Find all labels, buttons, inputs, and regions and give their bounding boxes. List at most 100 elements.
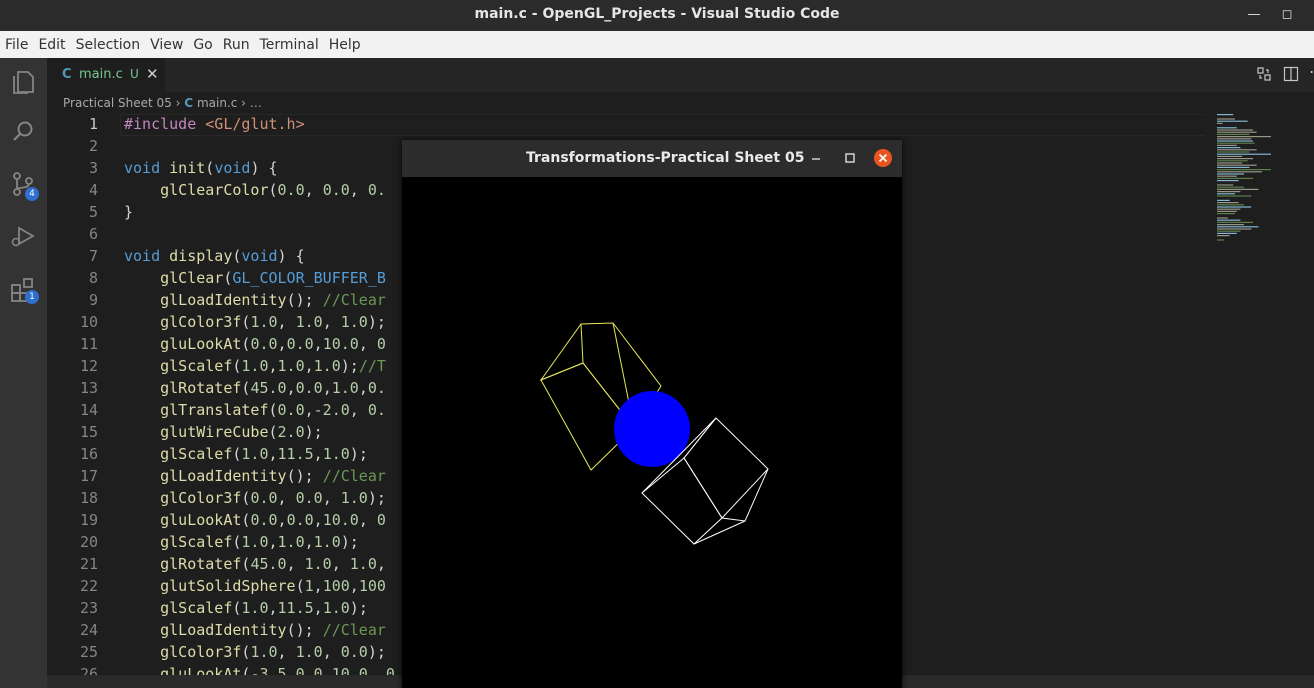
code-text[interactable]: glClear(GL_COLOR_BUFFER_B: [124, 267, 386, 289]
code-text[interactable]: gluLookAt(0.0,0.0,10.0, 0: [124, 333, 386, 355]
run-debug-icon[interactable]: [9, 222, 37, 250]
breadcrumb-folder[interactable]: Practical Sheet 05: [63, 96, 172, 110]
code-text[interactable]: glTranslatef(0.0,-2.0, 0.: [124, 399, 386, 421]
breadcrumb-file[interactable]: main.c: [197, 96, 237, 110]
minimap-line: [1217, 169, 1271, 171]
line-number: 16: [79, 445, 98, 463]
minimap-line: [1217, 228, 1252, 230]
code-text[interactable]: glLoadIdentity(); //Clear: [124, 289, 386, 311]
close-window-icon[interactable]: [874, 149, 892, 167]
menu-help[interactable]: Help: [324, 31, 366, 53]
minimap-line: [1217, 151, 1250, 153]
window-title: main.c - OpenGL_Projects - Visual Studio…: [474, 6, 840, 22]
minimap-line: [1217, 180, 1239, 182]
minimap-line: [1217, 114, 1234, 116]
maximize-icon[interactable]: ◻: [1277, 5, 1297, 25]
minimap-line: [1217, 202, 1239, 204]
os-title-bar: main.c - OpenGL_Projects - Visual Studio…: [0, 0, 1314, 31]
line-number: 5: [88, 203, 98, 221]
code-text[interactable]: glClearColor(0.0, 0.0, 0.: [124, 179, 386, 201]
minimap-line: [1217, 158, 1253, 160]
minimap-line: [1217, 204, 1244, 206]
minimap-line: [1217, 160, 1248, 162]
breadcrumb-symbol[interactable]: …: [250, 96, 262, 110]
minimap-line: [1217, 195, 1252, 197]
minimap-line: [1217, 193, 1235, 195]
menu-terminal[interactable]: Terminal: [255, 31, 324, 53]
minimap-line: [1217, 164, 1257, 166]
compare-changes-icon[interactable]: [1256, 66, 1272, 82]
minimap-line: [1217, 221, 1253, 223]
tab-main-c[interactable]: C main.c U ✕: [47, 58, 165, 92]
code-text[interactable]: glScalef(1.0,1.0,1.0);: [124, 531, 359, 553]
minimap-line: [1217, 166, 1250, 168]
minimap-line: [1217, 206, 1252, 208]
code-text[interactable]: #include <GL/glut.h>: [124, 113, 305, 135]
code-text[interactable]: gluLookAt(-3.5,0.0,10.0, 0: [124, 663, 395, 675]
line-number: 14: [79, 401, 98, 419]
code-text[interactable]: void display(void) {: [124, 245, 305, 267]
minimap-line: [1217, 186, 1244, 188]
code-text[interactable]: glutWireCube(2.0);: [124, 421, 323, 443]
line-number: 12: [79, 357, 98, 375]
minimap-line: [1217, 138, 1252, 140]
minimap-line: [1217, 162, 1243, 164]
code-text[interactable]: glutSolidSphere(1,100,100: [124, 575, 386, 597]
maximize-icon[interactable]: [844, 152, 856, 164]
minimize-icon[interactable]: —: [1244, 5, 1264, 25]
search-icon[interactable]: [9, 118, 37, 146]
line-number: 3: [88, 159, 98, 177]
line-number: 22: [79, 577, 98, 595]
minimap-line: [1217, 184, 1234, 186]
c-file-icon: C: [184, 96, 194, 110]
minimap-line: [1217, 118, 1235, 120]
chevron-right-icon: ›: [175, 96, 181, 110]
explorer-icon[interactable]: [9, 68, 37, 96]
menu-view[interactable]: View: [145, 31, 188, 53]
minimap-line: [1217, 199, 1230, 201]
code-text[interactable]: gluLookAt(0.0,0.0,10.0, 0: [124, 509, 386, 531]
menu-run[interactable]: Run: [218, 31, 255, 53]
close-tab-icon[interactable]: ✕: [146, 65, 159, 83]
menu-selection[interactable]: Selection: [71, 31, 146, 53]
minimap-line: [1217, 208, 1241, 210]
minimap-line: [1217, 219, 1241, 221]
line-number: 6: [88, 225, 98, 243]
code-text[interactable]: glScalef(1.0,11.5,1.0);: [124, 597, 368, 619]
more-actions-icon[interactable]: ⋯: [1309, 62, 1314, 81]
menu-edit[interactable]: Edit: [33, 31, 70, 53]
tab-filename: main.c: [79, 67, 123, 82]
source-control-badge: 4: [25, 187, 39, 201]
line-number: 24: [79, 621, 98, 639]
minimap[interactable]: [1205, 112, 1314, 672]
menu-file[interactable]: File: [0, 31, 33, 53]
minimize-icon[interactable]: [810, 152, 822, 164]
minimap-line: [1217, 230, 1241, 232]
minimap-line: [1217, 213, 1235, 215]
minimap-line: [1217, 226, 1259, 228]
code-text[interactable]: glLoadIdentity(); //Clear: [124, 619, 386, 641]
minimap-line: [1217, 188, 1259, 190]
code-text[interactable]: }: [124, 201, 133, 223]
menu-go[interactable]: Go: [188, 31, 217, 53]
activity-bar: 4 1: [0, 58, 47, 688]
code-text[interactable]: glColor3f(1.0, 1.0, 0.0);: [124, 641, 386, 663]
tab-untracked-status: U: [130, 67, 139, 81]
line-number: 1: [88, 115, 98, 133]
tab-bar: C main.c U ✕ ⋯: [47, 58, 1314, 92]
code-text[interactable]: glScalef(1.0,1.0,1.0);//T: [124, 355, 386, 377]
code-text[interactable]: glLoadIdentity(); //Clear: [124, 465, 386, 487]
minimap-line: [1217, 232, 1237, 234]
code-text[interactable]: void init(void) {: [124, 157, 278, 179]
code-text[interactable]: glRotatef(45.0,0.0,1.0,0.: [124, 377, 386, 399]
code-text[interactable]: glColor3f(0.0, 0.0, 1.0);: [124, 487, 386, 509]
code-text[interactable]: glScalef(1.0,11.5,1.0);: [124, 443, 368, 465]
code-text[interactable]: glColor3f(1.0, 1.0, 1.0);: [124, 311, 386, 333]
minimap-line: [1217, 224, 1244, 226]
minimap-line: [1217, 153, 1271, 155]
extensions-badge: 1: [25, 290, 39, 304]
code-text[interactable]: glRotatef(45.0, 1.0, 1.0,: [124, 553, 386, 575]
opengl-window-titlebar[interactable]: Transformations-Practical Sheet 05: [402, 140, 902, 177]
menu-bar: File Edit Selection View Go Run Terminal Help: [0, 31, 1314, 58]
split-editor-icon[interactable]: [1283, 66, 1299, 82]
